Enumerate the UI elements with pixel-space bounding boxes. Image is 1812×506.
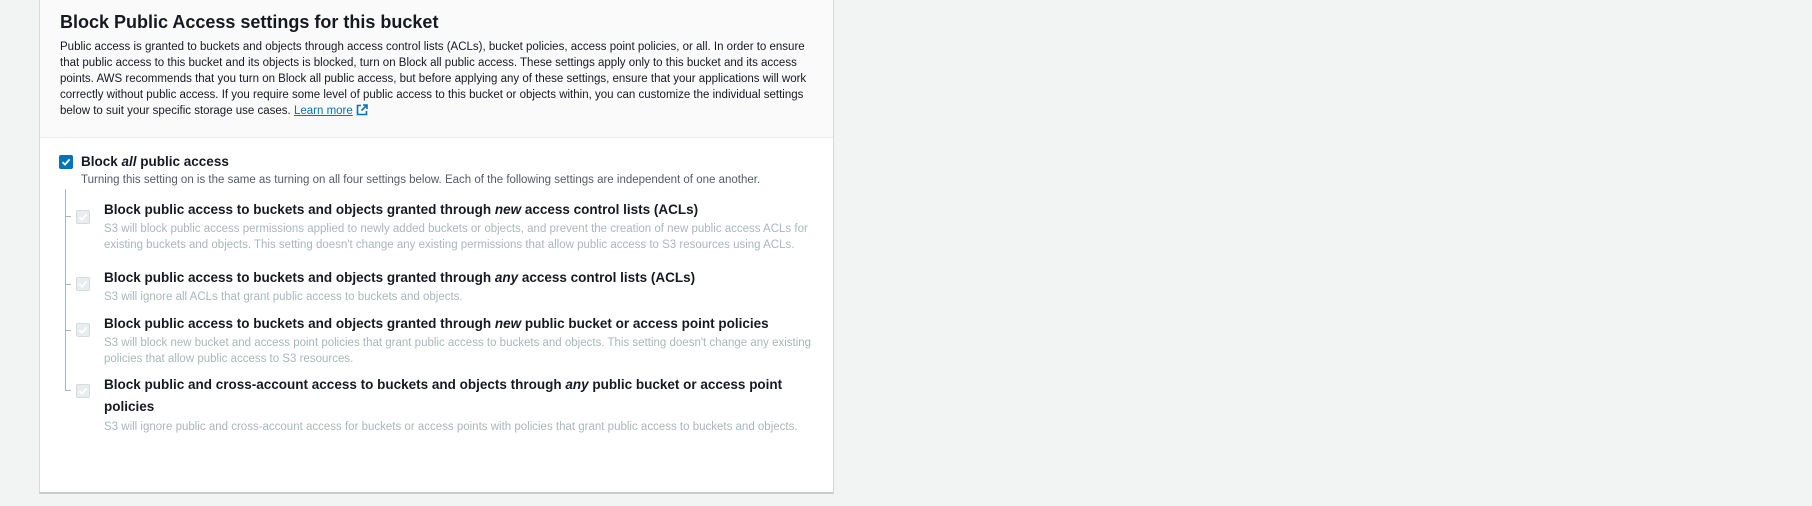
block-all-label[interactable]: Block all public access — [81, 154, 229, 169]
tree-branch — [65, 330, 71, 331]
setting-any-acls-title[interactable]: Block public access to buckets and objec… — [104, 267, 824, 289]
setting-new-acls-title[interactable]: Block public access to buckets and objec… — [104, 199, 824, 221]
block-all-description: Turning this setting on is the same as t… — [81, 174, 761, 186]
setting-new-policies-description: S3 will block new bucket and access poin… — [104, 337, 812, 365]
setting-any-acls-description: S3 will ignore all ACLs that grant publi… — [104, 291, 463, 303]
external-link-icon — [356, 104, 368, 121]
setting-cross-account-checkbox[interactable] — [76, 384, 90, 398]
tree-branch — [65, 390, 71, 391]
setting-new-policies-title[interactable]: Block public access to buckets and objec… — [104, 313, 824, 335]
section-description: Public access is granted to buckets and … — [60, 39, 820, 121]
tree-branch — [65, 216, 71, 217]
tree-branch — [65, 284, 71, 285]
setting-new-acls-checkbox[interactable] — [76, 210, 90, 224]
learn-more-link[interactable]: Learn more — [294, 104, 368, 117]
setting-cross-account-description: S3 will ignore public and cross-account … — [104, 421, 798, 433]
setting-any-acls-checkbox[interactable] — [76, 277, 90, 291]
setting-new-policies-checkbox[interactable] — [76, 323, 90, 337]
panel-header: Block Public Access settings for this bu… — [40, 0, 833, 138]
section-title: Block Public Access settings for this bu… — [60, 12, 439, 32]
setting-new-acls-description: S3 will block public access permissions … — [104, 223, 808, 251]
setting-cross-account-title[interactable]: Block public and cross-account access to… — [104, 374, 804, 418]
tree-connector — [65, 189, 66, 390]
block-public-access-panel: Block Public Access settings for this bu… — [39, 0, 834, 494]
block-all-checkbox[interactable] — [59, 155, 73, 169]
